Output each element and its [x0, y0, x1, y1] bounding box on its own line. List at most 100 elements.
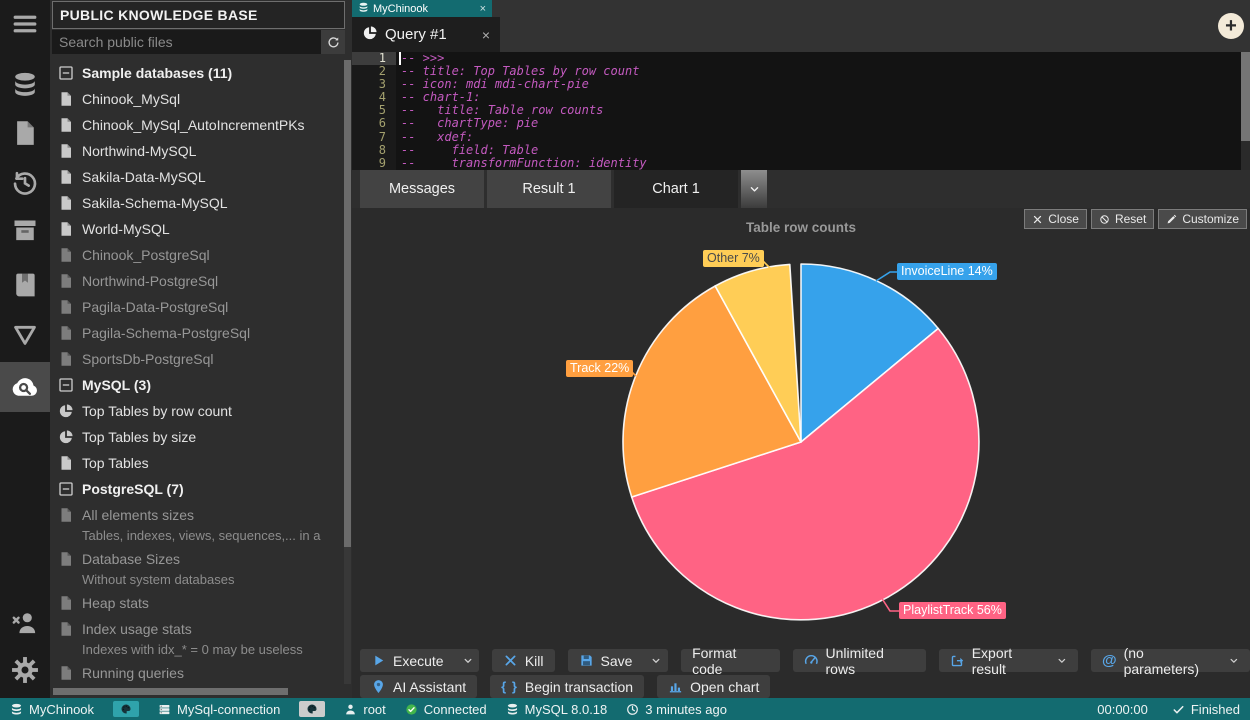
scrollbar-thumb[interactable] [344, 60, 351, 547]
status-label: 3 minutes ago [645, 702, 727, 717]
tree-item[interactable]: Sakila-Data-MySQL [50, 164, 343, 190]
tree-item[interactable]: Top Tables [50, 450, 343, 476]
rail-user-remove[interactable] [0, 598, 50, 648]
tree-item-subtitle: Without system databases [50, 569, 343, 590]
user-remove-icon [11, 609, 39, 637]
tree-item[interactable]: Top Tables by row count [50, 398, 343, 424]
status-mychinook[interactable]: MyChinook [10, 702, 94, 717]
tree-item[interactable]: Heap stats [50, 590, 343, 616]
ai-assistant-button[interactable]: AI Assistant [360, 675, 477, 698]
tree-item-label: Running queries [82, 665, 184, 681]
text-cursor [399, 52, 401, 65]
editor-line: 3-- icon: mdi mdi-chart-pie [352, 78, 1250, 91]
tree-item[interactable]: Northwind-PostgreSql [50, 268, 343, 294]
status-mysql-8-0-18[interactable]: MySQL 8.0.18 [506, 702, 608, 717]
editor-scrollbar[interactable] [1241, 52, 1250, 170]
tree-item[interactable]: Chinook_MySql_AutoIncrementPKs [50, 112, 343, 138]
execute-dropdown-button[interactable] [453, 649, 479, 672]
rail-settings-gear[interactable] [0, 645, 50, 695]
open-chart-button[interactable]: Open chart [657, 675, 770, 698]
close-icon[interactable]: × [480, 3, 486, 15]
tree-item[interactable]: Pagila-Schema-PostgreSql [50, 320, 343, 346]
split-button-group: Execute [360, 649, 479, 672]
tree-item[interactable]: Pagila-Data-PostgreSql [50, 294, 343, 320]
status-connected[interactable]: Connected [405, 702, 487, 717]
export-result-button[interactable]: Export result [939, 649, 1078, 672]
server-icon [158, 703, 171, 716]
search-input[interactable] [52, 30, 321, 54]
rail-file[interactable] [0, 108, 50, 158]
line-number: 3 [352, 78, 396, 91]
rail-hamburger-menu[interactable] [0, 0, 50, 49]
new-tab-button[interactable]: + [1218, 13, 1244, 39]
tree-horizontal-scrollbar[interactable] [53, 688, 288, 695]
status-root[interactable]: root [344, 702, 385, 717]
tree-vertical-scrollbar[interactable] [344, 60, 351, 684]
status-label: Finished [1191, 702, 1240, 717]
execute-button[interactable]: Execute [360, 649, 455, 672]
connection-color-button[interactable] [299, 701, 325, 717]
braces-icon: { } [501, 679, 518, 694]
rail-database[interactable] [0, 60, 50, 110]
rail-filter[interactable] [0, 310, 50, 360]
panel-title-text: PUBLIC KNOWLEDGE BASE [60, 7, 258, 23]
tree-item-label: SportsDb-PostgreSql [82, 351, 214, 367]
save-button[interactable]: Save [568, 649, 644, 672]
no-parameters-button[interactable]: @(no parameters) [1091, 649, 1250, 672]
tab-mychinook[interactable]: MyChinook × [352, 0, 492, 17]
tree-item[interactable]: Chinook_MySql [50, 86, 343, 112]
check-icon [1172, 703, 1185, 716]
tabs-overflow-button[interactable] [741, 170, 767, 208]
tree-group[interactable]: MySQL (3) [50, 372, 343, 398]
file-icon [58, 247, 74, 263]
rail-archive[interactable] [0, 205, 50, 255]
save-dropdown-button[interactable] [641, 649, 668, 672]
file-icon [58, 507, 74, 523]
kill-button[interactable]: Kill [492, 649, 555, 672]
tree-item[interactable]: Chinook_PostgreSql [50, 242, 343, 268]
button-label: (no parameters) [1124, 645, 1221, 677]
file-icon [58, 351, 74, 367]
file-icon [58, 595, 74, 611]
tree-item[interactable]: Northwind-MySQL [50, 138, 343, 164]
close-icon[interactable]: × [482, 27, 490, 43]
file-icon [58, 195, 74, 211]
line-number: 1 [352, 52, 396, 65]
tree-item[interactable]: Sakila-Schema-MySQL [50, 190, 343, 216]
status-3-minutes-ago[interactable]: 3 minutes ago [626, 702, 727, 717]
rail-book[interactable] [0, 260, 50, 310]
tree-item[interactable]: World-MySQL [50, 216, 343, 242]
tree-group[interactable]: Sample databases (11) [50, 60, 343, 86]
refresh-button[interactable] [321, 30, 345, 54]
unlimited-rows-button[interactable]: Unlimited rows [793, 649, 926, 672]
tree-item[interactable]: Top Tables by size [50, 424, 343, 450]
chevron-down-icon [1229, 656, 1239, 666]
chart-customize-button[interactable]: Customize [1158, 209, 1247, 229]
line-number: 9 [352, 157, 396, 170]
result-tab-result-1[interactable]: Result 1 [487, 170, 611, 208]
tree-item[interactable]: SportsDb-PostgreSql [50, 346, 343, 372]
chart-reset-button[interactable]: Reset [1091, 209, 1154, 229]
result-tab-chart-1[interactable]: Chart 1 [614, 170, 738, 208]
format-code-button[interactable]: Format code [681, 649, 780, 672]
tree-group[interactable]: PostgreSQL (7) [50, 476, 343, 502]
search-bar [52, 30, 345, 54]
chart-close-button[interactable]: Close [1024, 209, 1087, 229]
begin-transaction-button[interactable]: { }Begin transaction [490, 675, 644, 698]
palette-icon [120, 703, 132, 715]
status-mysql-connection[interactable]: MySql-connection [158, 702, 280, 717]
pie-chart-icon [58, 403, 74, 419]
book-icon [11, 271, 39, 299]
connection-color-button[interactable] [113, 701, 139, 717]
close-icon [1032, 214, 1043, 225]
database-icon [358, 2, 373, 16]
result-tab-messages[interactable]: Messages [360, 170, 484, 208]
rail-cloud-search[interactable] [0, 362, 50, 412]
tab-query-1[interactable]: Query #1 × [352, 17, 500, 52]
archive-icon [11, 216, 39, 244]
tree-item-label: World-MySQL [82, 221, 170, 237]
sql-editor[interactable]: 1-- >>>2-- title: Top Tables by row coun… [352, 52, 1250, 170]
rail-history[interactable] [0, 158, 50, 208]
chevron-down-icon [1057, 656, 1067, 666]
file-icon [58, 221, 74, 237]
